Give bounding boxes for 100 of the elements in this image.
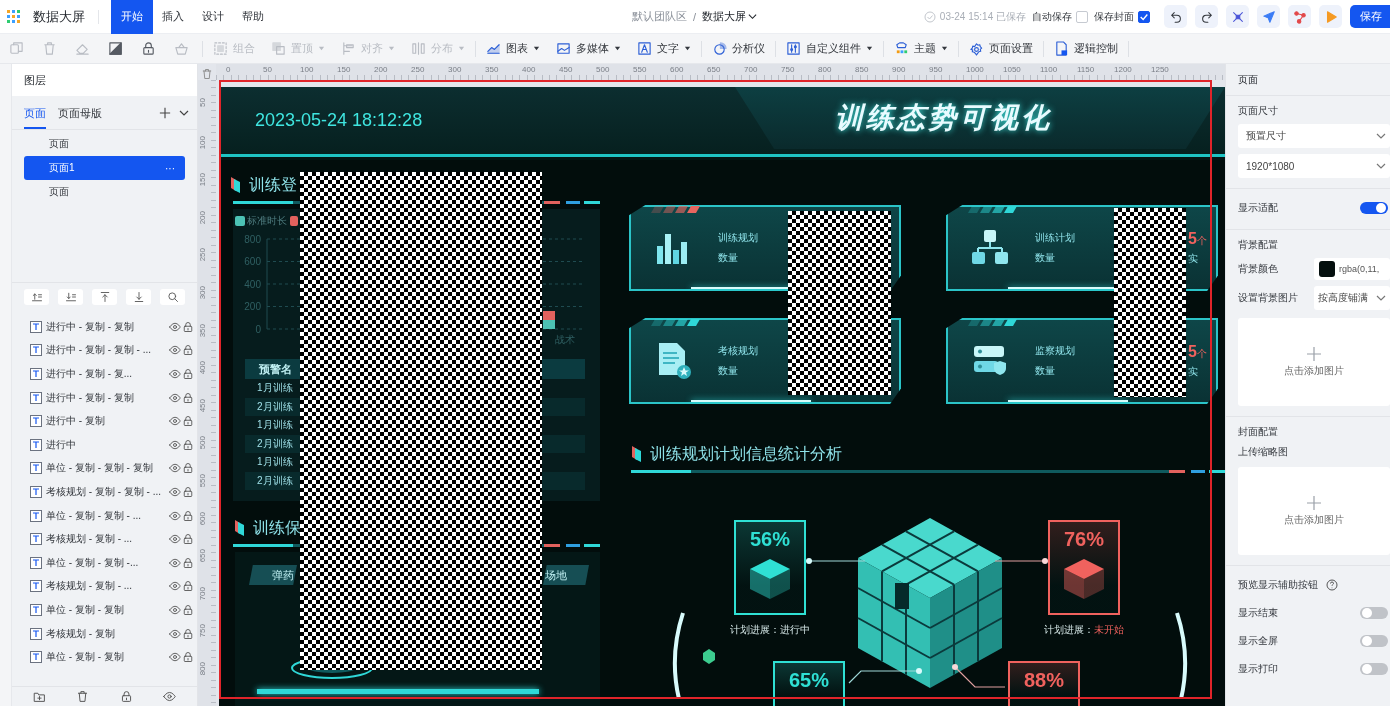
lock-icon[interactable] — [182, 344, 194, 357]
focus-button[interactable] — [1226, 5, 1249, 28]
layer-name[interactable]: 考核规划 - 复制 - 复制 - ... — [46, 484, 168, 499]
chart-tool-button[interactable]: 图表 — [486, 36, 540, 61]
select-field[interactable]: 1920*1080 — [1238, 154, 1390, 178]
layer-name[interactable]: 进行中 - 复制 - 复制 — [46, 390, 168, 405]
lock-icon[interactable] — [182, 415, 194, 428]
layer-name[interactable]: 单位 - 复制 - 复制 - ... — [46, 508, 168, 523]
eye-icon[interactable] — [169, 368, 181, 380]
lock-icon[interactable] — [182, 462, 194, 475]
undo-button[interactable] — [1164, 5, 1187, 28]
ruler-label: 100 — [300, 64, 315, 76]
logic-tool-button[interactable]: 逻辑控制 — [1054, 36, 1118, 61]
lock-icon[interactable] — [182, 438, 194, 451]
layer-name[interactable]: 单位 - 复制 - 复制 -... — [46, 555, 168, 570]
more-button[interactable]: ··· — [165, 162, 175, 174]
lock-icon[interactable] — [182, 651, 194, 664]
layer-name[interactable]: 进行中 — [46, 437, 168, 452]
page-dropdown[interactable]: 数据大屏 — [702, 9, 758, 24]
preview-button[interactable] — [1319, 5, 1342, 28]
layer-name[interactable]: 考核规划 - 复制 - ... — [46, 532, 168, 547]
category-tab[interactable]: 弹药 — [249, 565, 297, 585]
eye-icon[interactable] — [169, 533, 181, 546]
trash-icon[interactable] — [76, 690, 90, 703]
upload-area[interactable]: 点击添加图片 — [1238, 318, 1390, 406]
folder-plus-icon[interactable] — [33, 690, 47, 703]
select-field[interactable]: 预置尺寸 — [1238, 124, 1390, 148]
menu-tab[interactable]: 插入 — [153, 0, 193, 34]
eye-icon[interactable] — [169, 556, 181, 569]
layer-name[interactable]: 进行中 - 复制 - 复制 - ... — [46, 343, 168, 358]
publish-button[interactable] — [1257, 5, 1280, 28]
eye-icon[interactable] — [169, 485, 181, 498]
menu-tab[interactable]: 开始 — [111, 0, 153, 34]
page-name[interactable]: 页面1 — [49, 161, 165, 175]
to-bottom-button[interactable] — [126, 289, 151, 305]
lock-icon[interactable] — [119, 690, 133, 703]
move-up-button[interactable] — [24, 289, 49, 305]
layer-name[interactable]: 考核规划 - 复制 - ... — [46, 579, 168, 594]
analyzer-tool-button[interactable]: 分析仪 — [712, 36, 765, 61]
panel-tab[interactable]: 页面 — [24, 96, 46, 129]
layer-name[interactable]: 进行中 - 复制 — [46, 414, 168, 429]
category-tab[interactable]: 场地 — [543, 565, 589, 585]
eye-icon[interactable] — [169, 603, 181, 616]
page-item[interactable]: 页面1 ··· — [24, 156, 185, 180]
lock-icon[interactable] — [182, 627, 194, 640]
eye-icon[interactable] — [169, 391, 181, 404]
page-name[interactable]: 页面 — [49, 185, 175, 199]
eye-icon[interactable] — [169, 344, 181, 357]
eye-icon[interactable] — [169, 509, 181, 522]
ruler-label: 750 — [198, 624, 208, 638]
page-item[interactable]: 页面 — [24, 132, 185, 156]
lock-icon[interactable] — [182, 320, 194, 333]
media-tool-button[interactable]: 多媒体 — [556, 36, 621, 61]
eye-icon[interactable] — [169, 580, 181, 593]
layer-name[interactable]: 进行中 - 复制 - 复制 — [46, 319, 168, 334]
menu-tab[interactable]: 帮助 — [233, 0, 273, 34]
upload-area[interactable]: 点击添加图片 — [1238, 467, 1390, 555]
layer-name[interactable]: 考核规划 - 复制 — [46, 626, 168, 641]
lock-icon[interactable] — [182, 485, 194, 498]
theme-tool-button[interactable]: 主题 — [894, 36, 948, 61]
ruler-label: 500 — [596, 64, 611, 76]
move-down-button[interactable] — [58, 289, 83, 305]
toggle-switch[interactable] — [1360, 635, 1388, 647]
eye-icon[interactable] — [162, 690, 176, 703]
eye-icon[interactable] — [169, 627, 181, 640]
color-field[interactable]: rgba(0,11, — [1314, 258, 1390, 280]
settings-tool-button[interactable]: 页面设置 — [969, 36, 1033, 61]
lock-icon[interactable] — [182, 368, 194, 380]
eye-icon[interactable] — [169, 651, 181, 664]
layer-name[interactable]: 进行中 - 复制 - 复... — [46, 367, 168, 381]
eye-icon[interactable] — [169, 320, 181, 333]
toggle-switch[interactable] — [1360, 202, 1388, 214]
to-top-button[interactable] — [92, 289, 117, 305]
lock-icon[interactable] — [182, 556, 194, 569]
lock-icon[interactable] — [182, 533, 194, 546]
text-tool-button[interactable]: 文字 — [637, 36, 691, 61]
eye-icon[interactable] — [169, 462, 181, 475]
panel-tab[interactable]: 页面母版 — [58, 96, 102, 129]
page-name[interactable]: 页面 — [49, 137, 175, 151]
toggle-switch[interactable] — [1360, 607, 1388, 619]
layer-name[interactable]: 单位 - 复制 - 复制 — [46, 602, 168, 617]
layer-name[interactable]: 单位 - 复制 - 复制 — [46, 650, 168, 665]
redo-button[interactable] — [1195, 5, 1218, 28]
custom-tool-button[interactable]: 自定义组件 — [786, 36, 873, 61]
lock-icon[interactable] — [182, 580, 194, 593]
lock-icon[interactable] — [182, 509, 194, 522]
page-item[interactable]: 页面 — [24, 180, 185, 204]
lock-icon[interactable] — [182, 391, 194, 404]
table-cell-text: 1月训练 — [256, 381, 294, 395]
lock-icon[interactable] — [182, 603, 194, 616]
checkbox[interactable] — [1138, 10, 1150, 23]
layer-name[interactable]: 单位 - 复制 - 复制 - 复制 — [46, 461, 168, 476]
search-button[interactable] — [160, 289, 185, 305]
eye-icon[interactable] — [169, 438, 181, 451]
save-button[interactable]: 保存 — [1350, 5, 1390, 28]
menu-tab[interactable]: 设计 — [193, 0, 233, 34]
share-button[interactable] — [1288, 5, 1311, 28]
select-field[interactable]: 按高度铺满 — [1314, 286, 1390, 310]
toggle-switch[interactable] — [1360, 663, 1388, 675]
eye-icon[interactable] — [169, 415, 181, 428]
